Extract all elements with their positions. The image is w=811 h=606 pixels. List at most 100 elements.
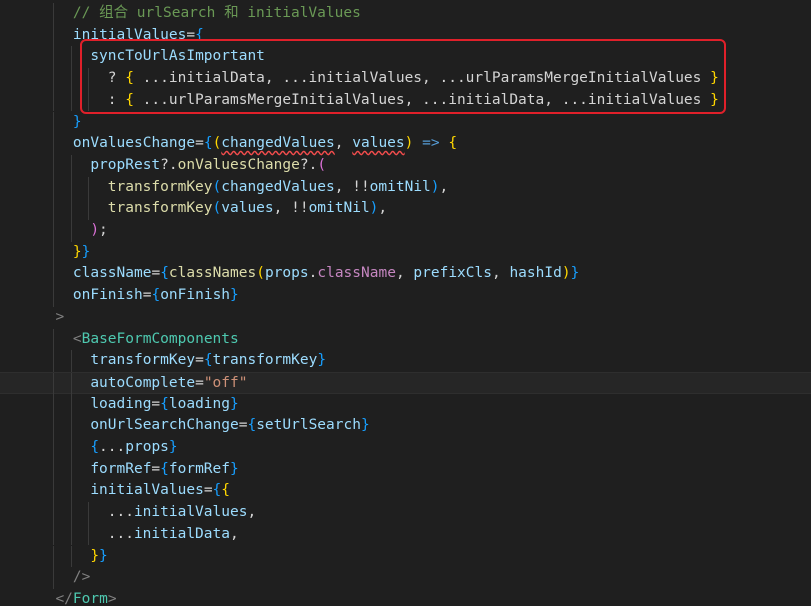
code-token: , (229, 525, 239, 542)
code-line[interactable]: onUrlSearchChange={setUrlSearch} (0, 415, 811, 437)
code-text: }} (73, 242, 90, 264)
code-text: // 组合 urlSearch 和 initialValues (73, 3, 361, 25)
code-token: } (168, 439, 178, 455)
code-line[interactable]: onFinish={onFinish} (0, 285, 811, 307)
code-token: hashId (509, 265, 562, 282)
code-text: transformKey={transformKey} (90, 350, 326, 372)
indent-guide (70, 480, 72, 503)
code-token: autoComplete (90, 374, 196, 391)
code-line[interactable]: transformKey={transformKey} (0, 350, 811, 372)
code-token: , !! (273, 200, 309, 217)
indent-guide (53, 567, 55, 589)
code-line[interactable]: /> (0, 567, 811, 589)
code-line[interactable]: ...initialData, (0, 523, 811, 546)
code-line[interactable]: </Form> (0, 589, 811, 606)
indent-guide (53, 263, 55, 286)
code-token: < (72, 330, 82, 347)
code-token: initialValues (133, 504, 248, 521)
code-line[interactable]: <BaseFormComponents (0, 328, 811, 351)
code-line[interactable]: // 组合 urlSearch 和 initialValues (0, 3, 811, 25)
code-editor[interactable]: // 组合 urlSearch 和 initialValues initialVa… (0, 0, 811, 606)
code-token: , (439, 178, 449, 195)
code-token: transformKey (212, 352, 318, 369)
code-token: transformKey (107, 200, 213, 217)
code-token: { (151, 287, 161, 304)
code-text: onFinish={onFinish} (73, 285, 239, 307)
code-token: ?. (299, 156, 318, 173)
code-line[interactable]: propRest?.onValuesChange?.( (0, 154, 811, 177)
code-token: { (160, 460, 169, 477)
code-text: </Form> (55, 589, 116, 606)
indent-guide (53, 154, 55, 177)
indent-guide (53, 133, 55, 155)
code-line[interactable]: className={classNames(props.className, p… (0, 263, 811, 286)
code-token: } (230, 460, 239, 477)
code-line[interactable]: > (0, 307, 811, 329)
code-line[interactable]: ); (0, 220, 811, 242)
code-token: = (151, 395, 161, 412)
code-line[interactable]: ...initialValues, (0, 502, 811, 524)
code-text: ...initialValues, (108, 502, 256, 524)
code-token: { (90, 439, 100, 455)
indent-guide (53, 350, 55, 372)
indent-guide (70, 415, 72, 437)
code-line[interactable]: transformKey(changedValues, !!omitNil), (0, 176, 811, 199)
code-token: } (230, 395, 239, 412)
code-token: props (264, 265, 309, 282)
code-line[interactable]: formRef={formRef} (0, 458, 811, 481)
code-token: values (352, 135, 405, 152)
indent-guide (53, 198, 55, 220)
code-token: </ (55, 590, 73, 606)
code-text: {...props} (90, 437, 177, 459)
code-text: initialValues={{ (90, 480, 230, 502)
code-line[interactable]: }} (0, 545, 811, 568)
indent-guide (88, 502, 90, 524)
code-token: ?. (160, 156, 178, 173)
code-text: <BaseFormComponents (73, 329, 239, 351)
indent-guide (70, 523, 72, 546)
code-line[interactable]: autoComplete="off" (0, 371, 811, 395)
code-line[interactable]: } (0, 111, 811, 134)
code-token: className (317, 265, 396, 282)
indent-guide (88, 176, 90, 199)
code-text: onValuesChange={(changedValues, values) … (73, 133, 457, 155)
code-token: > (107, 590, 117, 606)
code-token: , (378, 200, 388, 217)
code-token: } (72, 243, 82, 260)
indent-guide (53, 241, 55, 264)
code-token: } (570, 265, 580, 282)
indent-guide (53, 437, 55, 459)
code-line[interactable]: {...props} (0, 437, 811, 459)
code-token: ... (107, 525, 134, 542)
code-line[interactable]: }} (0, 241, 811, 264)
code-text: formRef={formRef} (90, 459, 238, 481)
code-text: > (55, 307, 64, 329)
code-token: "off" (203, 374, 248, 391)
indent-guide (53, 328, 55, 351)
code-token: ; (99, 222, 108, 238)
code-token: onFinish (160, 287, 231, 304)
code-line[interactable]: initialValues={{ (0, 480, 811, 503)
code-text: transformKey(changedValues, !!omitNil), (108, 177, 449, 199)
code-token: onValuesChange (177, 156, 300, 173)
indent-guide (88, 523, 90, 546)
code-line[interactable]: onValuesChange={(changedValues, values) … (0, 133, 811, 155)
code-token: prefixCls (413, 265, 492, 282)
code-token: } (230, 287, 239, 304)
code-token: formRef (90, 460, 152, 477)
code-token: ) (561, 265, 571, 282)
code-token: omitNil (308, 200, 370, 217)
code-line[interactable]: loading={loading} (0, 393, 811, 416)
code-text: ...initialData, (108, 524, 239, 546)
code-token: = (203, 482, 213, 499)
code-line[interactable]: transformKey(values, !!omitNil), (0, 198, 811, 220)
indent-guide (70, 198, 72, 220)
code-token: ( (212, 135, 222, 152)
code-token: ) (430, 178, 440, 195)
code-token: ( (212, 178, 222, 195)
indent-guide (53, 3, 55, 25)
indent-guide (70, 46, 72, 69)
indent-guide (70, 176, 72, 199)
indent-guide (70, 154, 72, 177)
code-token: , (395, 265, 414, 282)
